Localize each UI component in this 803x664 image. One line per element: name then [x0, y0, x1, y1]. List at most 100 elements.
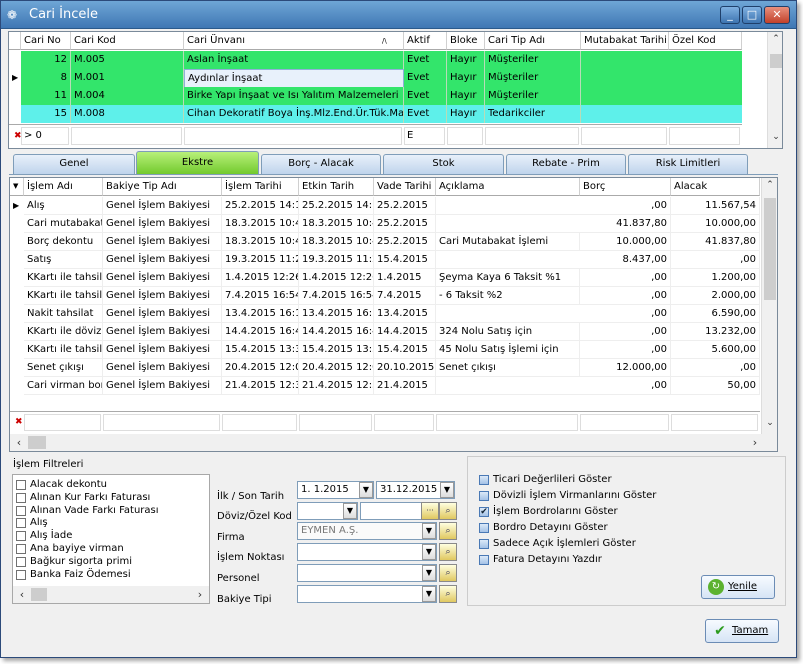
column-header[interactable]: Etkin Tarih	[299, 178, 374, 196]
option-checkbox[interactable]: ✔	[479, 507, 489, 517]
table-cell: Müşteriler	[485, 87, 581, 105]
filters-list[interactable]: Alacak dekontu Alınan Kur Farkı Faturası A…	[12, 474, 210, 604]
close-button[interactable]: ✕	[764, 6, 790, 24]
bottom-vscroll[interactable]: ⌃ ⌄	[761, 178, 777, 434]
column-header[interactable]: İşlem Tarihi	[222, 178, 299, 196]
title-bar[interactable]: ❁ Cari İncele _ □ ✕	[1, 1, 796, 29]
column-header[interactable]: Cari Tip Adı	[485, 32, 581, 50]
column-header[interactable]: Borç	[580, 178, 671, 196]
ok-button[interactable]: ✔ Tamam	[705, 619, 779, 643]
filter-cell[interactable]	[103, 414, 220, 431]
column-header[interactable]: Mutabakat Tarihi	[581, 32, 669, 50]
scroll-right-icon[interactable]: ›	[193, 588, 207, 601]
column-header[interactable]: Vade Tarihi	[374, 178, 436, 196]
scroll-left-icon[interactable]: ‹	[15, 588, 29, 601]
filter-clear-icon[interactable]: ✖	[12, 413, 24, 431]
filter-cell[interactable]	[436, 414, 578, 431]
dropdown-arrow-icon[interactable]: ▼	[422, 586, 436, 602]
hscroll-thumb[interactable]	[28, 436, 46, 449]
filter-checkbox[interactable]	[16, 556, 26, 567]
tab-1[interactable]: Ekstre	[136, 151, 259, 175]
search-icon[interactable]: ⌕	[439, 585, 457, 603]
filters-hscroll[interactable]: ‹ ›	[13, 586, 209, 603]
tab-5[interactable]: Risk Limitleri	[628, 154, 748, 174]
filter-cell[interactable]	[24, 414, 101, 431]
filter-cell[interactable]	[299, 414, 372, 431]
filter-cell[interactable]	[581, 127, 667, 145]
column-header[interactable]: Aktif	[404, 32, 447, 50]
filter-clear-icon[interactable]: ✖	[11, 127, 21, 145]
tab-2[interactable]: Borç - Alacak	[261, 154, 381, 174]
column-header[interactable]: Alacak	[671, 178, 760, 196]
scroll-thumb[interactable]	[764, 198, 776, 300]
column-header[interactable]: Bakiye Tip Adı	[103, 178, 222, 196]
search-icon[interactable]: ⌕	[439, 543, 457, 561]
option-checkbox[interactable]	[479, 555, 489, 565]
filter-checkbox[interactable]	[16, 480, 26, 490]
cari-grid[interactable]: Cari No Cari Kod Cari Ünvanı Aktif Bloke Cari…	[8, 31, 783, 149]
search-icon[interactable]: ⌕	[439, 502, 457, 520]
dropdown-arrow-icon[interactable]: ▼	[359, 482, 373, 498]
option-checkbox[interactable]	[479, 539, 489, 549]
scroll-down-icon[interactable]: ⌄	[769, 132, 782, 142]
maximize-button[interactable]: □	[742, 6, 762, 24]
tab-4[interactable]: Rebate - Prim	[506, 154, 626, 174]
filter-cell[interactable]	[669, 127, 740, 145]
dropdown-arrow-icon[interactable]: ▼	[422, 565, 436, 581]
filter-cell[interactable]	[21, 127, 69, 145]
form-label: Personel	[217, 573, 260, 584]
minimize-button[interactable]: _	[720, 6, 740, 24]
column-header[interactable]: Açıklama	[436, 178, 580, 196]
filter-cell[interactable]	[447, 127, 483, 145]
filter-cell[interactable]	[374, 414, 434, 431]
refresh-button[interactable]: ↻ Yenile	[701, 575, 775, 599]
dropdown-arrow-icon[interactable]: ▼	[422, 523, 436, 539]
personnel-select[interactable]	[297, 564, 437, 582]
top-scrollbar[interactable]: ⌃ ⌄	[767, 32, 782, 148]
search-icon[interactable]: ⌕	[439, 564, 457, 582]
column-header[interactable]: Cari Kod	[71, 32, 184, 50]
filter-cell[interactable]	[485, 127, 579, 145]
option-checkbox[interactable]	[479, 475, 489, 485]
filter-cell[interactable]	[404, 127, 445, 145]
filter-cell[interactable]	[580, 414, 669, 431]
column-header[interactable]: Cari Ünvanı	[184, 32, 404, 50]
column-header[interactable]: Bloke	[447, 32, 485, 50]
dropdown-arrow-icon[interactable]: ▼	[343, 503, 357, 519]
filter-cell[interactable]	[671, 414, 758, 431]
option-checkbox[interactable]	[479, 491, 489, 501]
company-select[interactable]: EYMEN A.Ş.	[297, 522, 437, 540]
column-chooser-icon[interactable]: ▼	[10, 178, 24, 196]
search-icon[interactable]: ⌕	[439, 522, 457, 540]
scroll-down-icon[interactable]: ⌄	[763, 418, 777, 428]
hscroll-thumb[interactable]	[31, 588, 47, 601]
dropdown-arrow-icon[interactable]: ▼	[440, 482, 454, 498]
refresh-button-label: Yenile	[728, 581, 757, 592]
tab-3[interactable]: Stok	[383, 154, 504, 174]
filter-checkbox[interactable]	[16, 544, 26, 554]
branch-select[interactable]	[297, 543, 437, 561]
filter-cell[interactable]	[222, 414, 297, 431]
filter-checkbox[interactable]	[16, 531, 26, 542]
filter-cell[interactable]	[71, 127, 182, 145]
ekstre-grid[interactable]: ▼ İşlem Adı Bakiye Tip Adı İşlem Tarihi Etki…	[9, 177, 778, 452]
column-header[interactable]: İşlem Adı	[24, 178, 103, 196]
column-header[interactable]: Özel Kod	[669, 32, 742, 50]
filter-checkbox[interactable]	[16, 492, 26, 503]
dropdown-arrow-icon[interactable]: ▼	[422, 544, 436, 560]
scroll-thumb[interactable]	[770, 54, 782, 68]
scroll-up-icon[interactable]: ⌃	[763, 180, 777, 190]
filter-checkbox[interactable]	[16, 518, 26, 529]
column-header[interactable]: Cari No	[21, 32, 71, 50]
tab-0[interactable]: Genel	[13, 154, 135, 174]
ellipsis-button[interactable]: ···	[421, 502, 439, 520]
scroll-up-icon[interactable]: ⌃	[769, 34, 782, 44]
filter-checkbox[interactable]	[16, 569, 26, 580]
filter-checkbox[interactable]	[16, 505, 26, 516]
filter-cell[interactable]	[184, 127, 402, 145]
balance-type-select[interactable]	[297, 585, 437, 603]
scroll-right-icon[interactable]: ›	[748, 436, 762, 449]
scroll-left-icon[interactable]: ‹	[12, 436, 26, 449]
bottom-hscroll[interactable]: ‹ ›	[10, 434, 777, 451]
option-checkbox[interactable]	[479, 523, 489, 533]
